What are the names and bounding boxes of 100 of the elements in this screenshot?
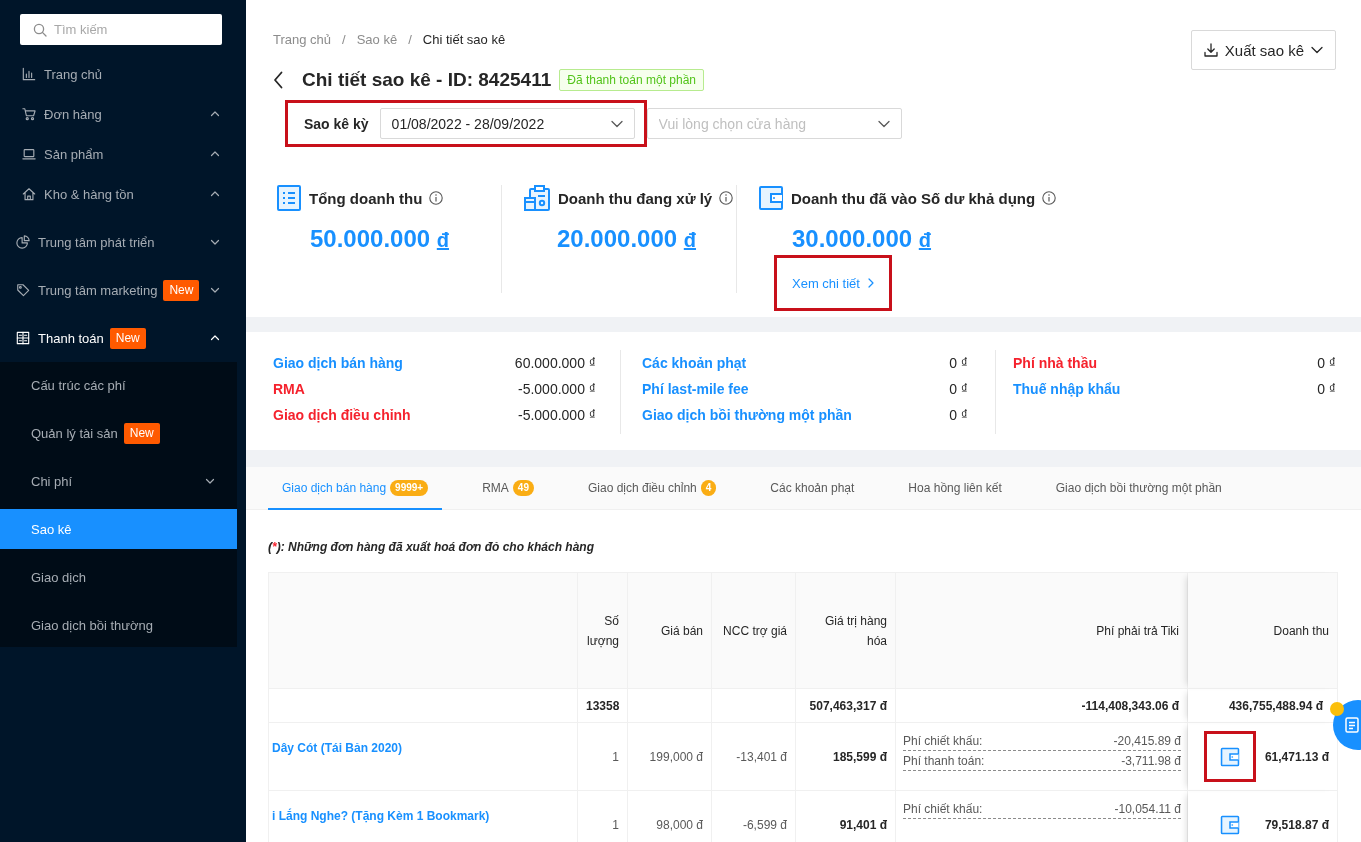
period-label: Sao kê kỳ	[304, 115, 369, 132]
chevron-up-icon[interactable]	[210, 109, 220, 119]
table-cell: 98,000 đ	[628, 791, 712, 842]
menu-item[interactable]: Trang chủ	[22, 66, 103, 82]
table-cell: 1	[578, 791, 628, 842]
column-header: Giá trị hàng hóa	[796, 573, 896, 689]
revenue-amount: 30.000.000 đ	[792, 224, 931, 254]
chevron-down-icon[interactable]	[205, 476, 215, 486]
breadcrumb-link[interactable]: Sao kê	[356, 31, 398, 47]
fee-value: -20,415.89 đ	[1113, 733, 1181, 748]
new-badge: New	[109, 327, 146, 349]
column-header: Phí phải trả Tiki	[896, 573, 1188, 689]
house-icon	[22, 187, 36, 201]
chevron-up-icon[interactable]	[210, 333, 220, 343]
chevron-up-icon[interactable]	[210, 189, 220, 199]
stat-title: Doanh thu đang xử lý	[558, 189, 713, 207]
search-icon	[33, 22, 47, 37]
stat-title: Doanh thu đã vào Số dư khả dụng	[791, 189, 1036, 207]
total-cell: 13358	[578, 689, 628, 723]
summary-value: -5.000.000 ₫	[517, 407, 596, 423]
menu-item[interactable]: Trung tâm marketing	[16, 282, 158, 298]
count-badge: 9999+	[390, 479, 429, 496]
total-cell: -114,408,343.06 đ	[896, 689, 1188, 723]
table-cell: 91,401 đ	[796, 791, 896, 842]
tag-icon	[16, 283, 30, 297]
info-icon[interactable]	[719, 191, 734, 205]
store-input[interactable]: Vui lòng chọn cửa hàng	[658, 115, 859, 132]
submenu-item[interactable]: Giao dịch	[31, 569, 86, 585]
tab[interactable]: Giao dịch bồi thường một phần	[1041, 467, 1236, 510]
column-header: Giá bán	[628, 573, 712, 689]
revenue-amount: 20.000.000 đ	[557, 224, 696, 254]
table-cell: 185,599 đ	[796, 723, 896, 791]
submenu-item[interactable]: Chi phí	[31, 473, 73, 489]
status-tag: Đã thanh toán một phần	[559, 69, 704, 91]
chevron-down-icon[interactable]	[210, 285, 220, 295]
chevron-down-icon[interactable]	[210, 237, 220, 247]
breadcrumb-current: Chi tiết sao kê	[422, 31, 506, 47]
download-icon	[1203, 43, 1218, 57]
calculator-icon	[16, 331, 30, 345]
revenue-value: 79,518.87 đ	[1264, 817, 1329, 832]
breadcrumb-separator: /	[342, 31, 346, 47]
menu-item[interactable]: Đơn hàng	[22, 106, 102, 122]
period-select[interactable]: 01/08/2022 - 28/09/2022	[379, 108, 635, 139]
revenue-amount: 50.000.000 đ	[310, 224, 449, 254]
info-icon[interactable]	[1042, 191, 1057, 205]
menu-item[interactable]: Kho & hàng tồn	[22, 186, 134, 202]
cart-icon	[22, 107, 36, 121]
chevron-up-icon[interactable]	[210, 149, 220, 159]
fee-value: -10,054.11 đ	[1114, 801, 1181, 816]
menu-item[interactable]: Trung tâm phát triển	[16, 234, 155, 250]
search-field[interactable]: Tìm kiếm	[20, 14, 222, 45]
breadcrumb-separator: /	[408, 31, 412, 47]
table-cell: -6,599 đ	[712, 791, 796, 842]
submenu-item[interactable]: Cấu trúc các phí	[31, 377, 126, 393]
summary-value: 0 ₫	[1317, 355, 1336, 371]
menu-item[interactable]: Sản phẩm	[22, 146, 104, 162]
submenu-item[interactable]: Quản lý tài sản	[31, 425, 118, 441]
menu-item[interactable]: Thanh toán	[16, 330, 104, 346]
column-header: NCC trợ giá	[712, 573, 796, 689]
info-icon[interactable]	[429, 191, 444, 205]
summary-value: 0 ₫	[949, 381, 968, 397]
summary-label[interactable]: Phí nhà thầu	[1013, 355, 1097, 371]
bar-chart-icon	[22, 67, 36, 81]
new-badge: New	[163, 279, 200, 301]
summary-value: 60.000.000 ₫	[514, 355, 596, 371]
submenu-item[interactable]: Giao dịch bồi thường	[31, 617, 154, 633]
summary-label[interactable]: Giao dịch điều chỉnh	[273, 407, 411, 423]
note-text: (*): Những đơn hàng đã xuất hoá đơn đỏ cho khách hàng	[268, 540, 594, 554]
chevron-right-icon[interactable]	[867, 278, 874, 288]
chevron-down-icon[interactable]	[1311, 46, 1323, 54]
store-select[interactable]: Vui lòng chọn cửa hàng	[646, 108, 902, 139]
fee-label: Phí thanh toán:	[903, 753, 985, 768]
count-badge: 49	[512, 479, 534, 496]
chevron-down-icon[interactable]	[610, 119, 623, 128]
chevron-down-icon[interactable]	[877, 119, 890, 128]
wallet-icon[interactable]	[1220, 746, 1240, 767]
clipboard-icon	[524, 185, 550, 211]
total-cell: 507,463,317 đ	[796, 689, 896, 723]
wallet-icon[interactable]	[1220, 814, 1240, 835]
pie-chart-icon	[16, 235, 30, 249]
summary-value: 0 ₫	[949, 407, 968, 423]
table-cell: 1	[578, 723, 628, 791]
table-cell: -13,401 đ	[712, 723, 796, 791]
search-input[interactable]: Tìm kiếm	[54, 22, 194, 37]
revenue-value: 61,471.13 đ	[1264, 749, 1329, 764]
summary-label[interactable]: RMA	[273, 381, 305, 397]
breadcrumb-link[interactable]: Trang chủ	[273, 31, 332, 47]
export-button[interactable]: Xuất sao kê	[1190, 30, 1336, 70]
summary-value: 0 ₫	[949, 355, 968, 371]
tab[interactable]: Hoa hồng liên kết	[894, 467, 1016, 510]
tab[interactable]: Các khoản phạt	[756, 467, 869, 510]
document-icon	[1345, 717, 1359, 733]
table-cell: 199,000 đ	[628, 723, 712, 791]
back-icon[interactable]	[273, 71, 283, 89]
fee-value: -3,711.98 đ	[1121, 753, 1181, 768]
tab[interactable]: RMA 49	[468, 467, 548, 510]
summary-value: -5.000.000 ₫	[517, 381, 596, 397]
fee-label: Phí chiết khấu:	[903, 733, 983, 748]
tab[interactable]: Giao dịch điều chỉnh 4	[574, 467, 731, 510]
laptop-icon	[22, 147, 36, 161]
